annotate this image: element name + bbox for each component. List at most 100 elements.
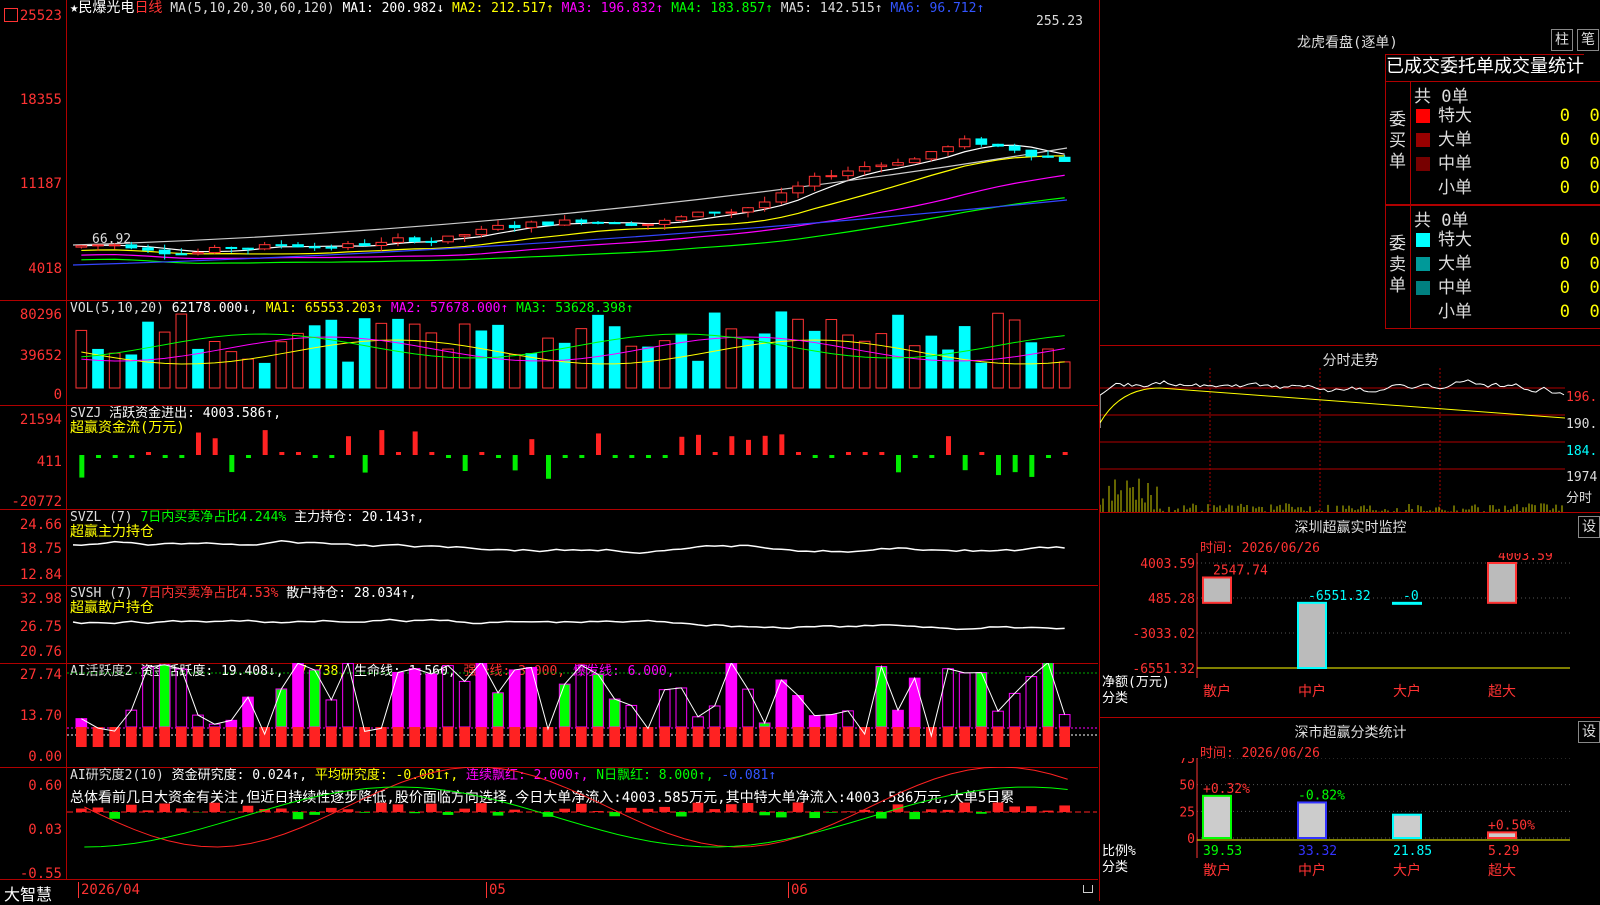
svzj-panel[interactable]: 21594 411 -20772 SVZJ 活跃资金进出: 4003.586↑,…	[0, 405, 1098, 510]
flow-bar	[879, 452, 884, 455]
vol-tick: 0	[54, 388, 62, 402]
monitor-tick: 485.28	[1148, 592, 1195, 607]
activity-bar	[743, 689, 754, 727]
flow-bar	[1029, 455, 1034, 477]
category-label: 大户	[1393, 862, 1421, 879]
activity-bar	[393, 672, 404, 727]
research-bar	[509, 810, 520, 812]
flow-bar	[296, 452, 301, 455]
order-size: 小单	[1438, 302, 1472, 322]
tab-volume[interactable]: 成交量	[1494, 56, 1548, 77]
intraday-panel[interactable]: 分时走势 196. 190. 184. 1974 分时	[1099, 345, 1600, 513]
order-count: 0	[1560, 228, 1570, 252]
activity-base	[976, 727, 987, 747]
volume-bar	[293, 333, 304, 388]
ai-research-panel[interactable]: 0.60 0.03 -0.55 AI研究度2(10) 资金研究度: 0.024↑…	[0, 767, 1098, 879]
order-size: 小单	[1438, 178, 1472, 198]
candle-body	[576, 220, 587, 222]
activity-base	[659, 727, 670, 747]
sz-class-settings-button[interactable]: 设	[1578, 721, 1600, 743]
ai-active-panel[interactable]: 27.74 13.70 0.00 AI活跃度2 资金活跃度: 19.408↓, …	[0, 663, 1098, 768]
svzl-panel[interactable]: 24.66 18.75 12.84 SVZL (7) 7日内买卖净占比4.244…	[0, 509, 1098, 586]
candle-body	[193, 253, 204, 254]
ai-research-chart[interactable]	[67, 767, 1097, 879]
flow-bar	[263, 430, 268, 455]
volume-panel[interactable]: 80296 39652 0 VOL(5,10,20) 62178.000↓, M…	[0, 300, 1098, 406]
sell-row: 中单00%	[1414, 276, 1600, 300]
research-bar	[293, 812, 304, 819]
flow-bar	[1013, 455, 1018, 472]
flow-bar	[229, 455, 234, 472]
flow-bar	[396, 452, 401, 455]
candle-body	[776, 193, 787, 202]
candle-body	[976, 139, 987, 144]
svzj-tick: 411	[37, 455, 62, 469]
research-bar	[593, 811, 604, 812]
price-axis: 25523 18355 11187 4018	[0, 0, 67, 300]
volume-bar	[926, 336, 937, 388]
volume-chart[interactable]	[67, 300, 1097, 405]
pen-mode-button[interactable]: 笔	[1577, 29, 1599, 51]
intraday-chart[interactable]	[1100, 368, 1565, 513]
activity-base	[843, 727, 854, 747]
flow-bar	[896, 455, 901, 472]
kline-chart[interactable]	[67, 0, 1097, 300]
buy-block: 委买单 共 0单 特大00% 大单00% 中单00% 小单00%	[1385, 81, 1600, 205]
svzj-chart[interactable]	[67, 405, 1097, 509]
activity-base	[259, 727, 270, 747]
ai-research-tick: 0.03	[28, 823, 62, 837]
research-bar	[359, 812, 370, 813]
ai-active-chart[interactable]	[67, 663, 1097, 767]
activity-base	[809, 727, 820, 747]
volume-bar	[959, 327, 970, 388]
candle-body	[559, 220, 570, 225]
monitor-tick: 4003.59	[1140, 557, 1195, 572]
flow-bar	[1298, 603, 1326, 668]
volume-bar	[843, 335, 854, 388]
flow-bar	[1488, 563, 1516, 603]
svzl-chart[interactable]	[67, 509, 1097, 585]
research-bar	[343, 809, 354, 812]
bar-mode-button[interactable]: 柱	[1551, 29, 1573, 51]
sz-class-title: 深市超赢分类统计	[1100, 722, 1600, 742]
activity-bar	[559, 684, 570, 727]
activity-base	[326, 727, 337, 747]
activity-base	[459, 727, 470, 747]
brand-label[interactable]: 大智慧	[4, 881, 52, 905]
candle-body	[609, 223, 620, 224]
activity-base	[826, 727, 837, 747]
svsh-panel[interactable]: 32.98 26.75 20.76 SVSH (7) 7日内买卖净占比4.53%…	[0, 585, 1098, 664]
candle-body	[1009, 146, 1020, 150]
candle-body	[993, 144, 1004, 146]
tab-done[interactable]: 已成交	[1386, 56, 1440, 77]
tab-order[interactable]: 委托单	[1440, 56, 1494, 77]
research-bar	[159, 803, 170, 812]
research-bar	[443, 812, 454, 815]
bar-value: -6551.32	[1308, 589, 1371, 604]
activity-base	[943, 727, 954, 747]
flow-bar	[713, 452, 718, 455]
research-bar	[793, 802, 804, 812]
color-swatch	[1416, 133, 1430, 147]
sz-class-chart[interactable]: 7550250+0.32%39.53散户-0.82%33.32中户21.85大户…	[1100, 758, 1600, 901]
sz-monitor-chart[interactable]: 4003.59485.28-3033.02-6551.322547.74散户-6…	[1100, 553, 1600, 718]
category-label: 中户	[1298, 683, 1326, 700]
research-bar	[426, 804, 437, 812]
price-tick: 18355	[20, 93, 62, 107]
research-bar	[559, 809, 570, 812]
svsh-chart[interactable]	[67, 585, 1097, 663]
volume-bar	[876, 334, 887, 388]
lock-icon[interactable]	[1083, 885, 1093, 893]
sz-monitor-settings-button[interactable]: 设	[1578, 516, 1600, 538]
research-bar	[326, 808, 337, 812]
activity-bar	[326, 700, 337, 727]
activity-base	[343, 727, 354, 747]
candle-body	[526, 222, 537, 228]
activity-base	[993, 727, 1004, 747]
activity-bar	[1009, 693, 1020, 727]
kline-panel[interactable]: 25523 18355 11187 4018 ★民爆光电日线 MA(5,10,2…	[0, 0, 1098, 301]
activity-bar	[126, 710, 137, 727]
volume-bar	[359, 319, 370, 388]
research-bar	[143, 810, 154, 812]
tab-stats[interactable]: 统计	[1548, 56, 1584, 77]
